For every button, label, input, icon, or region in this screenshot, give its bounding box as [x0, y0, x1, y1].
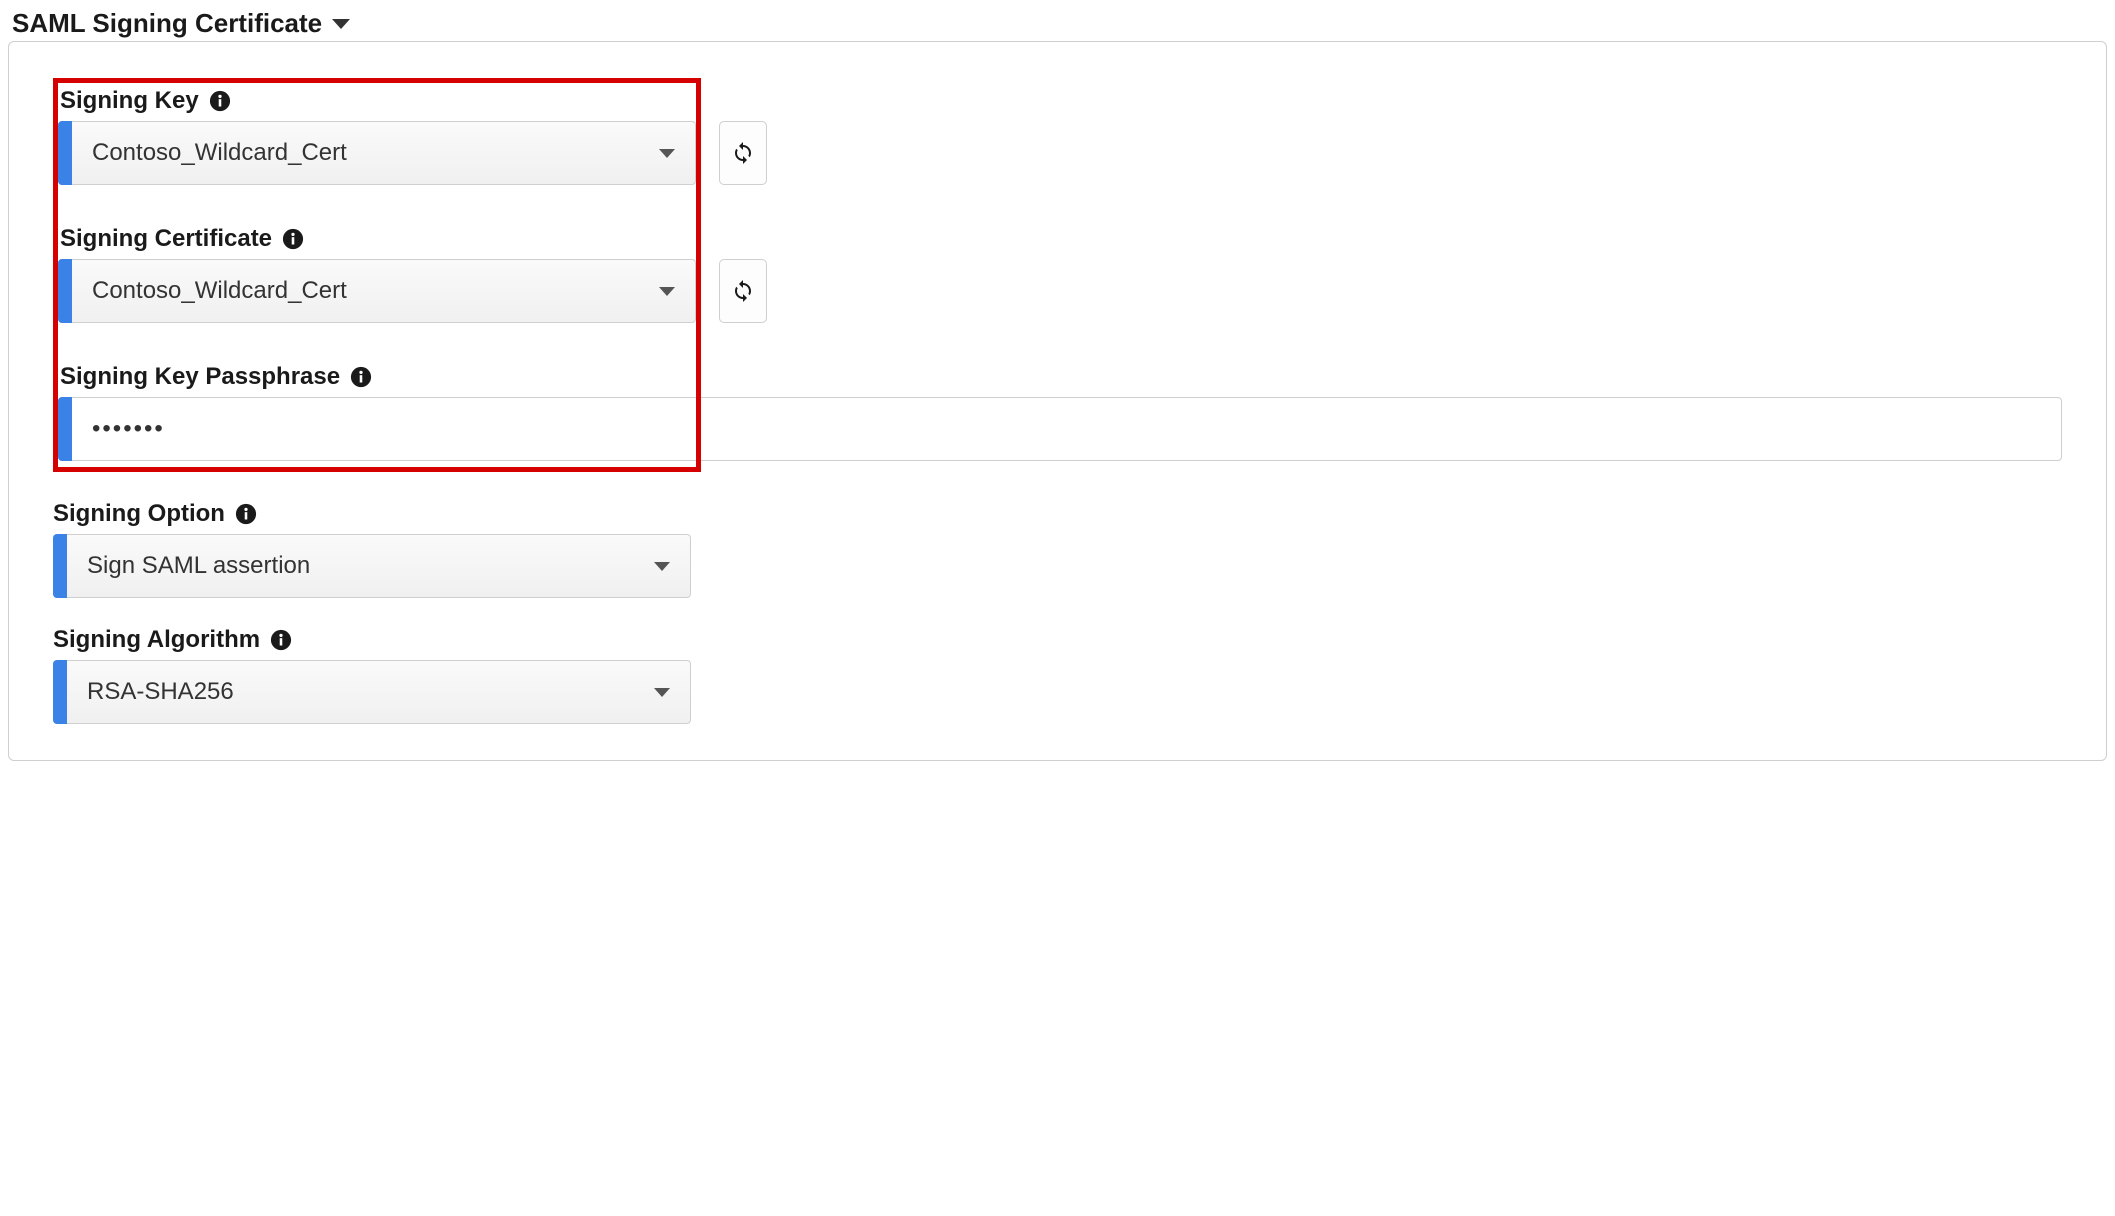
highlight-box: Signing Key Contoso_Wildcard_Cert [53, 78, 701, 185]
signing-key-passphrase-input[interactable] [72, 397, 696, 461]
chevron-down-icon [659, 149, 675, 158]
chevron-down-icon [654, 688, 670, 697]
highlight-box-cert: Signing Certificate Contoso_Wildcard_Cer… [53, 225, 701, 323]
signing-option-label: Signing Option [53, 500, 225, 528]
highlight-box-mid2 [53, 323, 701, 363]
highlight-box-bottom: Signing Key Passphrase [53, 363, 701, 472]
signing-option-select[interactable]: Sign SAML assertion [67, 534, 691, 598]
section-title: SAML Signing Certificate [12, 8, 322, 39]
info-icon[interactable] [270, 629, 292, 651]
caret-down-icon [332, 19, 350, 29]
info-icon[interactable] [350, 366, 372, 388]
signing-certificate-value: Contoso_Wildcard_Cert [92, 277, 347, 305]
saml-signing-panel: Signing Key Contoso_Wildcard_Cert [8, 41, 2107, 761]
highlight-box-mid1 [53, 185, 701, 225]
accent-bar [58, 397, 72, 461]
info-icon[interactable] [209, 90, 231, 112]
signing-algorithm-value: RSA-SHA256 [87, 678, 234, 706]
passphrase-input-extension[interactable] [701, 397, 2062, 461]
signing-key-value: Contoso_Wildcard_Cert [92, 139, 347, 167]
signing-key-select[interactable]: Contoso_Wildcard_Cert [72, 121, 696, 185]
accent-bar [53, 660, 67, 724]
refresh-signing-certificate-button[interactable] [719, 259, 767, 323]
section-header[interactable]: SAML Signing Certificate [8, 8, 2107, 39]
signing-certificate-label: Signing Certificate [60, 225, 272, 253]
accent-bar [53, 534, 67, 598]
info-icon[interactable] [235, 503, 257, 525]
chevron-down-icon [654, 562, 670, 571]
chevron-down-icon [659, 287, 675, 296]
signing-certificate-select[interactable]: Contoso_Wildcard_Cert [72, 259, 696, 323]
accent-bar [58, 121, 72, 185]
signing-algorithm-select[interactable]: RSA-SHA256 [67, 660, 691, 724]
signing-algorithm-label: Signing Algorithm [53, 626, 260, 654]
info-icon[interactable] [282, 228, 304, 250]
signing-key-passphrase-label: Signing Key Passphrase [60, 363, 340, 391]
accent-bar [58, 259, 72, 323]
signing-key-label: Signing Key [60, 87, 199, 115]
signing-option-value: Sign SAML assertion [87, 552, 310, 580]
refresh-signing-key-button[interactable] [719, 121, 767, 185]
